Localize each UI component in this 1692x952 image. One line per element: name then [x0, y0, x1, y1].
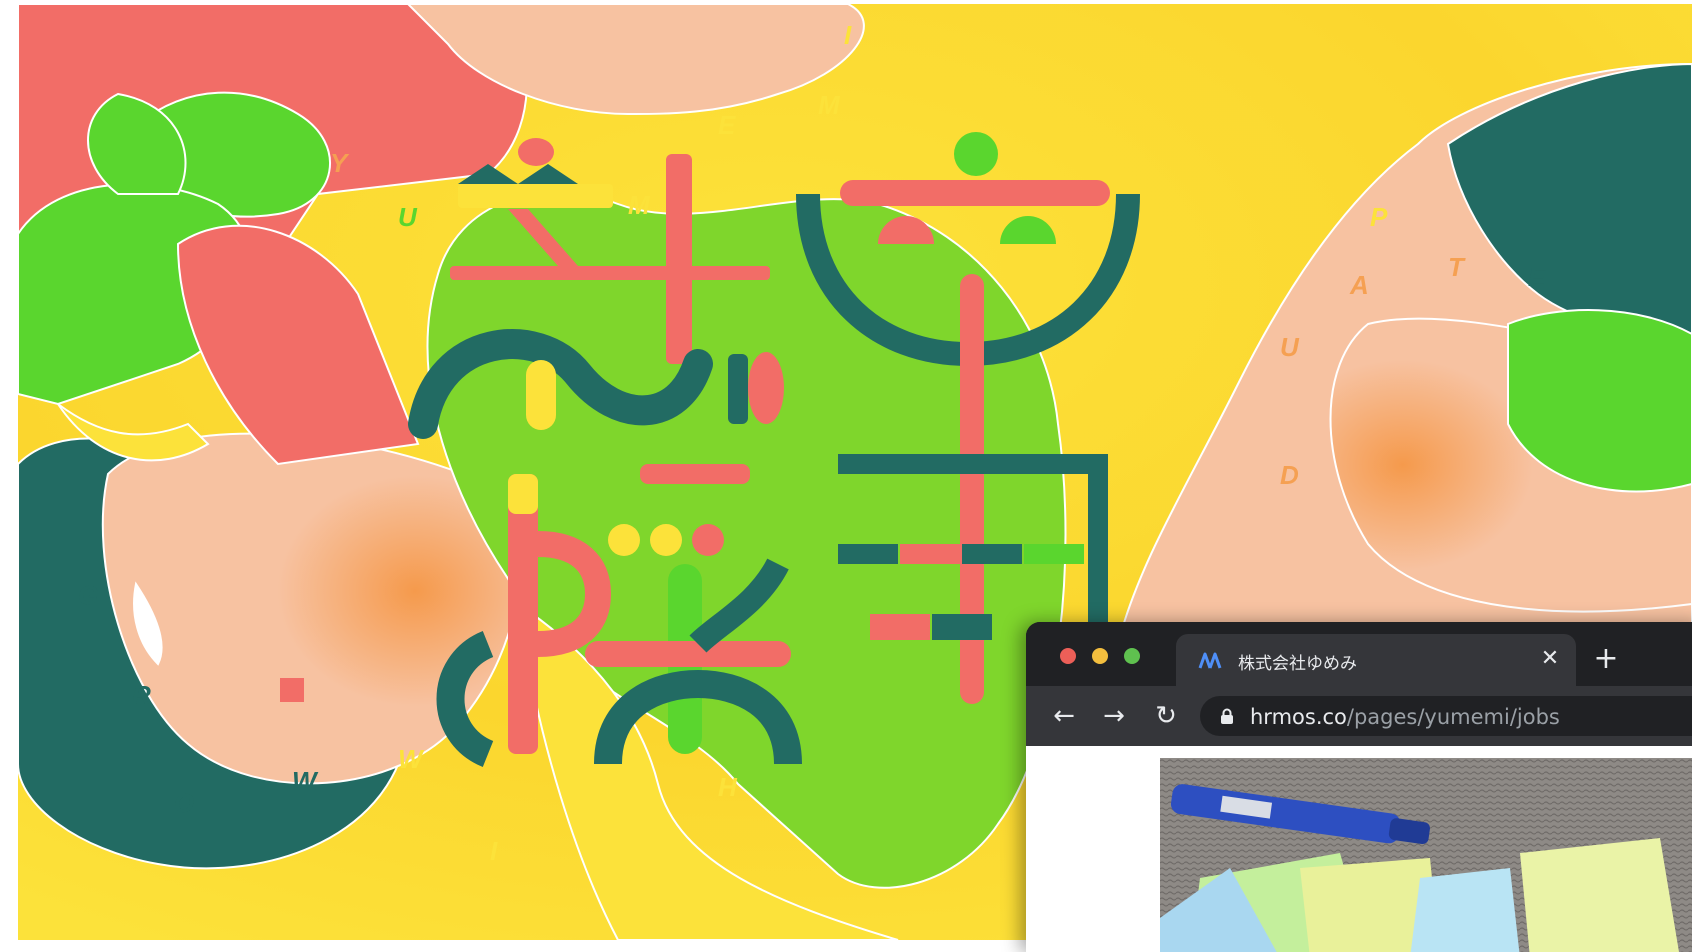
address-bar[interactable]: hrmos.co/pages/yumemi/jobs: [1200, 696, 1692, 736]
svg-text:G: G: [78, 580, 98, 610]
browser-tab[interactable]: 株式会社ゆめみ ✕: [1176, 634, 1576, 686]
svg-text:O: O: [174, 788, 194, 818]
zoom-window-button[interactable]: [1124, 648, 1140, 664]
svg-text:H: H: [718, 772, 738, 802]
sticky-notes-photo: [1160, 758, 1692, 952]
browser-toolbar: ← → ↻ hrmos.co/pages/yumemi/jobs: [1026, 686, 1692, 746]
yumemi-logo-icon: [1198, 652, 1222, 669]
svg-text:D: D: [1280, 460, 1299, 490]
minimize-window-button[interactable]: [1092, 648, 1108, 664]
new-tab-button[interactable]: +: [1588, 642, 1624, 678]
back-arrow-icon[interactable]: ←: [1048, 700, 1080, 732]
forward-arrow-icon[interactable]: →: [1098, 700, 1130, 732]
svg-text:M: M: [818, 90, 841, 120]
svg-text:P: P: [1370, 202, 1388, 232]
browser-window: 株式会社ゆめみ ✕ + ← → ↻ hrmos.co/pages/yumemi/…: [1026, 622, 1692, 952]
tab-title: 株式会社ゆめみ: [1238, 654, 1357, 674]
url-text[interactable]: hrmos.co/pages/yumemi/jobs: [1250, 705, 1560, 729]
svg-text:T: T: [1448, 252, 1466, 282]
svg-text:T: T: [614, 814, 632, 844]
browser-titlebar: 株式会社ゆめみ ✕ +: [1026, 622, 1692, 686]
svg-text:W: W: [292, 766, 319, 796]
url-path: /pages/yumemi/jobs: [1346, 705, 1560, 729]
svg-text:U: U: [1280, 332, 1300, 362]
svg-text:M: M: [628, 190, 651, 220]
close-tab-icon[interactable]: ✕: [1538, 647, 1562, 671]
svg-text:U: U: [398, 202, 418, 232]
svg-text:I: I: [490, 836, 498, 866]
hero-photo: [1160, 758, 1692, 952]
svg-text:I: I: [844, 20, 852, 50]
svg-text:E: E: [718, 110, 736, 140]
svg-text:W: W: [398, 744, 425, 774]
page-content: [1026, 746, 1692, 952]
svg-text:Y: Y: [330, 148, 350, 178]
reload-icon[interactable]: ↻: [1150, 700, 1182, 732]
close-window-button[interactable]: [1060, 648, 1076, 664]
svg-text:E: E: [1528, 262, 1546, 292]
svg-text:R: R: [132, 680, 151, 710]
url-host: hrmos.co: [1250, 705, 1347, 729]
svg-text:A: A: [1349, 270, 1369, 300]
lock-icon: [1221, 708, 1233, 724]
